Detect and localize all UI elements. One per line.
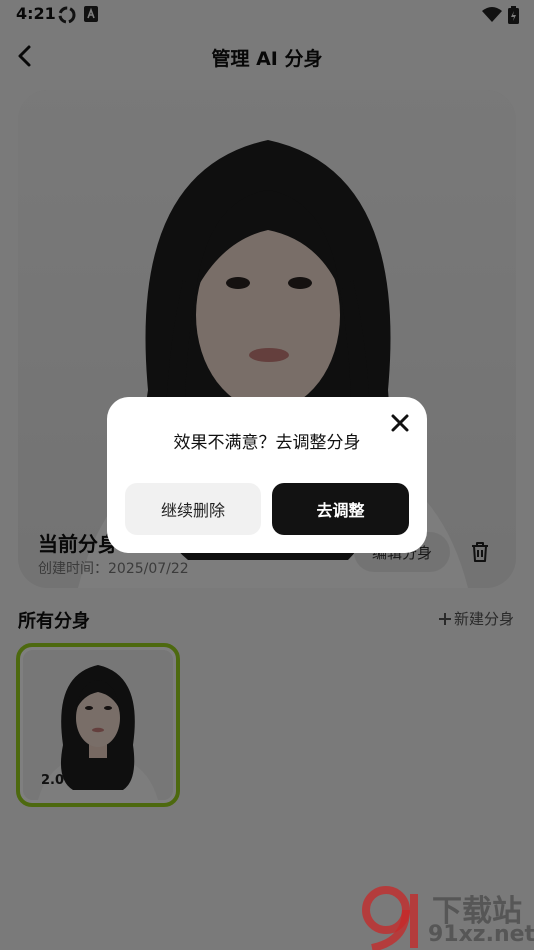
dialog-message: 效果不满意？去调整分身 (173, 433, 361, 453)
site-watermark: 下载站 91xz.net (362, 886, 534, 950)
continue-delete-button[interactable]: 继续删除 (125, 483, 261, 535)
confirm-dialog: 效果不满意？去调整分身 继续删除 去调整 (107, 397, 427, 553)
go-adjust-button[interactable]: 去调整 (272, 483, 409, 535)
watermark-url: 91xz.net (428, 922, 534, 947)
watermark-logo-icon (362, 886, 418, 950)
